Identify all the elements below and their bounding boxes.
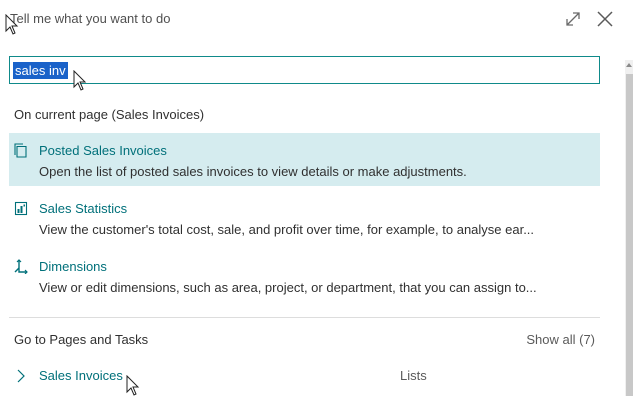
scrollbar-thumb[interactable] [626, 74, 633, 396]
document-icon [14, 143, 27, 158]
search-box: sales inv [9, 56, 600, 84]
result-posted-sales-invoices[interactable]: Posted Sales Invoices Open the list of p… [9, 133, 600, 186]
result-title: Dimensions [39, 259, 107, 274]
result-dimensions[interactable]: Dimensions View or edit dimensions, such… [9, 249, 600, 302]
section-divider [9, 317, 600, 318]
report-icon [14, 201, 28, 216]
dimensions-icon [14, 259, 28, 274]
result-title: Posted Sales Invoices [39, 143, 167, 158]
expand-icon[interactable] [564, 10, 582, 28]
result-description: View or edit dimensions, such as area, p… [39, 280, 537, 295]
result-description: View the customer's total cost, sale, an… [39, 222, 535, 237]
page-item-category: Lists [400, 368, 427, 383]
search-input[interactable] [10, 57, 599, 83]
dialog-title: Tell me what you want to do [10, 11, 171, 26]
scroll-up-icon[interactable] [625, 60, 633, 70]
page-item-title: Sales Invoices [39, 368, 123, 383]
result-title: Sales Statistics [39, 201, 128, 216]
result-sales-statistics[interactable]: Sales Statistics View the customer's tot… [9, 191, 600, 244]
tell-me-dialog: Tell me what you want to do sales inv On… [0, 0, 633, 396]
page-item-sales-invoices[interactable]: Sales Invoices Lists [9, 364, 600, 388]
close-icon[interactable] [596, 10, 614, 28]
chevron-right-icon[interactable] [16, 369, 26, 383]
current-page-heading: On current page (Sales Invoices) [14, 107, 205, 122]
result-description: Open the list of posted sales invoices t… [39, 164, 467, 179]
mouse-cursor-icon [5, 14, 19, 35]
pages-tasks-heading: Go to Pages and Tasks [14, 332, 149, 347]
show-all-link[interactable]: Show all (7) [526, 332, 595, 347]
